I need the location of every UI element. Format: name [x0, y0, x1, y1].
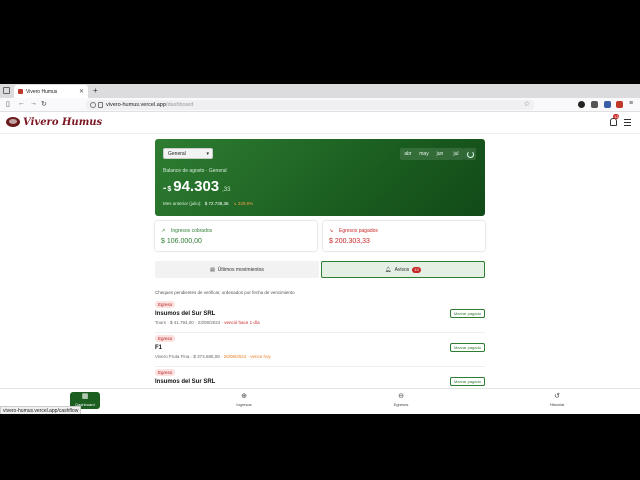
tab-title: Vivero Humus: [26, 88, 58, 95]
app-header: Vivero Humus 13: [0, 112, 640, 134]
balance-currency: $: [167, 186, 172, 193]
balance-decimals: ,33: [222, 187, 231, 193]
item-due: venció hace 1 día: [224, 320, 260, 325]
previous-month-value: $ 72.738,36: [204, 201, 229, 206]
nav-historial[interactable]: ↺ Historial: [537, 392, 577, 407]
new-tab-icon[interactable]: +: [93, 86, 98, 95]
month-button[interactable]: abr: [400, 148, 416, 160]
item-details: Vivero Fruta Fina · $ 374.686,08 ·: [155, 354, 224, 359]
sidebar-toggle-icon[interactable]: ▯: [6, 100, 10, 108]
expense-label: Egresos pagados: [339, 228, 378, 234]
subtabs: ▤ Últimos movimientos 🔔︎ Avisos 13: [155, 261, 485, 278]
list-item: Egreso Insumos del Sur SRL Tours · $ 41.…: [155, 301, 485, 333]
previous-month: Mes anterior (julio): $ 72.738,36 ↘ 229,…: [163, 201, 253, 207]
income-value: $ 106.000,00: [161, 238, 202, 245]
notification-badge: 13: [613, 114, 620, 119]
balance-card: General abr may jun jul Balance de agost…: [155, 139, 485, 216]
dashboard-icon: ▦: [81, 393, 89, 400]
item-due: 26/08/2024 · vence hoy: [223, 354, 271, 359]
month-button[interactable]: may: [416, 148, 432, 160]
forward-icon[interactable]: →: [30, 100, 37, 107]
type-badge: Egreso: [155, 369, 176, 376]
income-label: Ingresos cobrados: [171, 228, 213, 234]
url-bar[interactable]: vivero-humus.vercel.app/dashboard ☆: [86, 100, 534, 110]
balance-value: - $ 94.303 ,33: [163, 178, 230, 195]
alerts-hint: Cheques pendientes de verificar, ordenad…: [155, 290, 295, 295]
menu-icon[interactable]: [624, 119, 631, 128]
tab-movements[interactable]: ▤ Últimos movimientos: [155, 261, 319, 278]
window-menu-icon[interactable]: [3, 87, 10, 94]
trending-up-icon: ↗: [161, 228, 166, 234]
previous-month-label: Mes anterior (julio):: [163, 201, 202, 206]
extension-icon[interactable]: [578, 101, 585, 108]
item-title: F1: [155, 345, 163, 351]
extension-red-icon[interactable]: [616, 101, 623, 108]
previous-month-change: ↘ 229,6%: [232, 201, 254, 206]
alerts-badge: 13: [412, 266, 421, 273]
item-subtitle: Vivero Fruta Fina · $ 374.686,08 · 26/08…: [155, 354, 271, 359]
receipt-icon: ▤: [210, 266, 215, 273]
url-path: /dashboard: [165, 102, 194, 108]
mark-paid-button[interactable]: Marcar pagado: [450, 309, 485, 318]
nav-egresos-label: Egresos: [393, 402, 409, 407]
balance-amount: 94.303: [173, 178, 220, 195]
item-title: Insumos del Sur SRL: [155, 311, 216, 317]
lock-icon: [98, 102, 103, 108]
minus-circle-icon: ⊖: [398, 393, 404, 400]
month-selector: abr may jun jul: [400, 148, 464, 160]
app-menu-icon[interactable]: ≡: [629, 100, 633, 107]
logo-icon: [6, 117, 20, 127]
type-badge: Egreso: [155, 335, 176, 342]
extension-blue-icon[interactable]: [604, 101, 611, 108]
history-icon: ↺: [554, 393, 560, 400]
reload-icon[interactable]: ↻: [41, 100, 47, 108]
status-bar-url: vivero-humus.vercel.app/cashflow: [0, 406, 82, 414]
account-select[interactable]: General: [163, 148, 213, 159]
tab-movements-label: Últimos movimientos: [217, 266, 264, 273]
download-icon[interactable]: [591, 101, 598, 108]
mark-paid-button[interactable]: Marcar pagado: [450, 377, 485, 386]
nav-historial-label: Historial: [549, 402, 565, 407]
expense-card: ↘ Egresos pagados $ 200.303,33: [323, 221, 485, 251]
bell-icon[interactable]: [610, 118, 617, 126]
tab-alerts-label: Avisos: [394, 266, 410, 273]
bell-icon: 🔔︎: [385, 266, 392, 273]
expense-value: $ 200.303,33: [329, 238, 370, 245]
navigation-bar: ▯ ← → ↻ vivero-humus.vercel.app/dashboar…: [0, 98, 640, 112]
item-title: Insumos del Sur SRL: [155, 379, 216, 385]
type-badge: Egreso: [155, 301, 176, 308]
back-icon[interactable]: ←: [18, 100, 25, 107]
shield-icon: [90, 102, 96, 108]
item-subtitle: Tours · $ 41.794,00 · 23/08/2024 · venci…: [155, 320, 260, 325]
nav-ingresos[interactable]: ⊕ Ingresos: [224, 392, 264, 407]
close-tab-icon[interactable]: ✕: [79, 88, 84, 95]
url-host: vivero-humus.vercel.app: [106, 102, 166, 108]
browser-window: Vivero Humus ✕ + ▯ ← → ↻ vivero-humus.ve…: [0, 84, 640, 414]
balance-sign: -: [163, 183, 167, 194]
item-details: Tours · $ 41.794,00 · 23/08/2024 ·: [155, 320, 225, 325]
trending-down-icon: ↘: [329, 228, 334, 234]
refresh-icon[interactable]: [464, 148, 476, 160]
bookmark-star-icon[interactable]: ☆: [524, 100, 530, 110]
nav-ingresos-label: Ingresos: [236, 402, 252, 407]
browser-tab[interactable]: Vivero Humus ✕: [14, 85, 88, 98]
bottom-navigation: ▦ Dashboard ⊕ Ingresos ⊖ Egresos ↺ Histo…: [0, 388, 640, 414]
plus-circle-icon: ⊕: [241, 393, 247, 400]
mark-paid-button[interactable]: Marcar pagado: [450, 343, 485, 352]
brand-name: Vivero Humus: [23, 117, 103, 128]
tab-bar: Vivero Humus ✕ +: [0, 84, 640, 98]
month-button[interactable]: jun: [432, 148, 448, 160]
month-button[interactable]: jul: [448, 148, 464, 160]
nav-egresos[interactable]: ⊖ Egresos: [381, 392, 421, 407]
balance-label: Balance de agosto · General: [163, 168, 227, 174]
income-card: ↗ Ingresos cobrados $ 106.000,00: [155, 221, 317, 251]
list-item: Egreso F1 Vivero Fruta Fina · $ 374.686,…: [155, 335, 485, 367]
tab-alerts[interactable]: 🔔︎ Avisos 13: [321, 261, 485, 278]
favicon-icon: [18, 89, 23, 94]
